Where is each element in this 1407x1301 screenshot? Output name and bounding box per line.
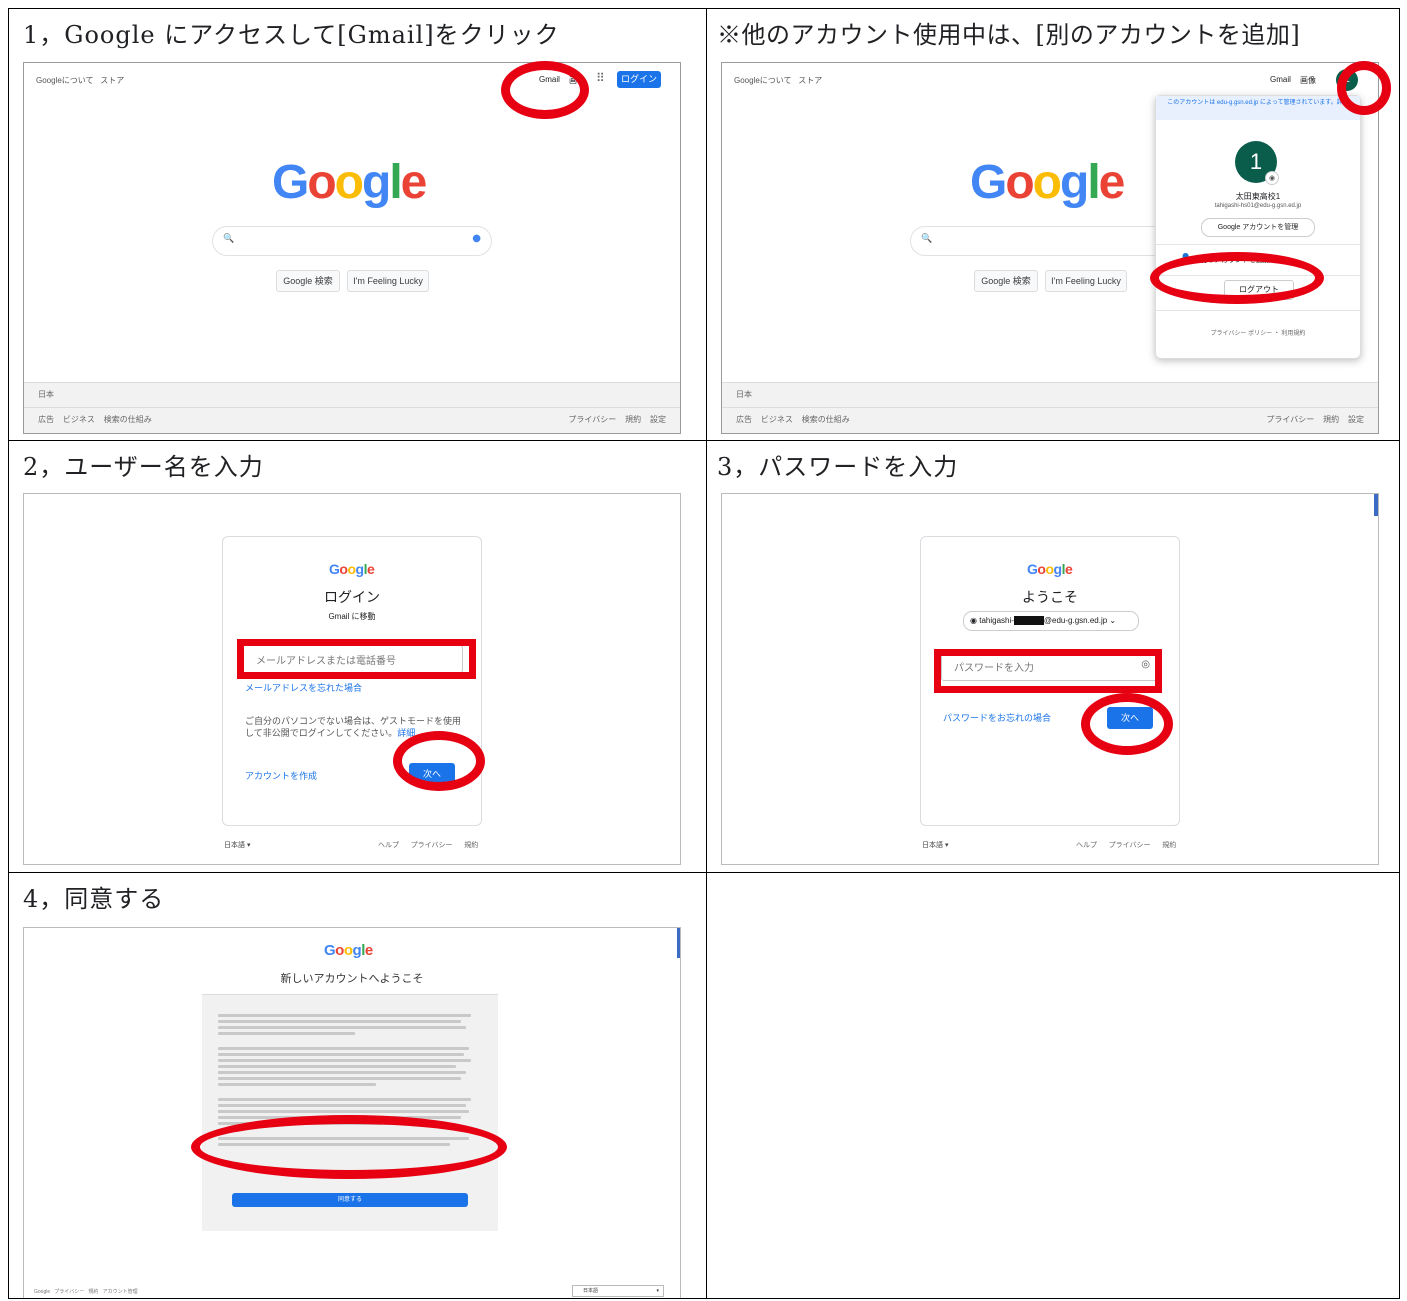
cell-empty: [707, 873, 1400, 1299]
page-footer: 日本 広告 ビジネス 検索の仕組み プライバシー 規約 設定: [722, 382, 1378, 433]
manage-account-button[interactable]: Google アカウントを管理: [1201, 218, 1315, 237]
agree-button[interactable]: 同意する: [232, 1193, 468, 1207]
google-home-screenshot: Googleについて ストア Gmail 画 ⠿ ログイン Google 🔍 ●…: [23, 62, 681, 434]
settings-link[interactable]: 設定: [650, 415, 666, 424]
country-label: 日本: [38, 390, 54, 399]
privacy-link[interactable]: プライバシー: [1109, 842, 1151, 849]
cell-step2: 2，ユーザー名を入力 Google ログイン Gmail に移動 メールアドレス…: [9, 441, 707, 873]
google-logo: Google: [324, 942, 373, 959]
account-manage-link[interactable]: アカウント管理: [103, 1289, 138, 1295]
highlight-avatar: [1337, 61, 1391, 115]
account-circle-icon: ◉: [970, 616, 977, 625]
managed-notice: このアカウントは edu-g.gsn.ed.jp によって管理されています。詳細: [1156, 96, 1360, 120]
login-button[interactable]: ログイン: [617, 71, 661, 88]
google-logo: Google: [329, 561, 375, 577]
forgot-email-link[interactable]: メールアドレスを忘れた場合: [245, 681, 362, 694]
google-footer-link[interactable]: Google: [34, 1289, 50, 1295]
privacy-link[interactable]: プライバシー: [411, 842, 453, 849]
lucky-button[interactable]: I'm Feeling Lucky: [347, 270, 429, 292]
account-popup: このアカウントは edu-g.gsn.ed.jp によって管理されています。詳細…: [1155, 95, 1361, 359]
welcome-title: 新しいアカウントへようこそ: [280, 973, 424, 985]
step1-caption: 1，Google にアクセスして[Gmail]をクリック: [23, 21, 560, 49]
help-link[interactable]: ヘルプ: [1076, 842, 1097, 849]
google-logo: Google: [1027, 561, 1073, 577]
store-link[interactable]: ストア: [798, 76, 822, 85]
step4-caption: 4，同意する: [23, 885, 165, 913]
welcome-title: ようこそ: [1022, 589, 1078, 605]
country-label: 日本: [736, 390, 752, 399]
search-input[interactable]: 🔍 ●: [212, 226, 492, 256]
terms-link[interactable]: 規約: [88, 1289, 98, 1295]
highlight-agree: [191, 1115, 507, 1179]
privacy-link[interactable]: プライバシー: [1266, 415, 1314, 424]
google-home-account-screenshot: Googleについて ストア Gmail 画像 1 Google 🔍 Googl…: [721, 62, 1379, 434]
how-search-link[interactable]: 検索の仕組み: [802, 415, 850, 424]
privacy-link[interactable]: プライバシー: [568, 415, 616, 424]
account-chip[interactable]: ◉ tahigashi- @edu-g.gsn.ed.jp ⌄: [963, 611, 1139, 631]
language-select[interactable]: 日本語 ▾: [224, 840, 250, 850]
account-name: 太田東高校1: [1235, 192, 1281, 201]
cell-step3: 3，パスワードを入力 Google ようこそ ◉ tahigashi- @edu-…: [707, 441, 1400, 873]
highlight-add-account: [1150, 252, 1324, 304]
cell-step4: 4，同意する Google 新しいアカウントへようこそ 同意する Google: [9, 873, 707, 1299]
search-input[interactable]: 🔍: [910, 226, 1190, 256]
redaction-bar: [1013, 616, 1044, 626]
login-subtitle: Gmail に移動: [328, 612, 376, 621]
other-account-caption: ※他のアカウント使用中は、[別のアカウントを追加]: [717, 21, 1301, 49]
terms-link[interactable]: 規約: [1323, 415, 1339, 424]
welcome-screenshot: Google 新しいアカウントへようこそ 同意する Google プライバシー …: [23, 927, 681, 1298]
about-link[interactable]: Googleについて: [36, 76, 94, 85]
google-search-button[interactable]: Google 検索: [974, 270, 1038, 292]
page-footer: 日本 広告 ビジネス 検索の仕組み プライバシー 規約 設定: [24, 382, 680, 433]
highlight-gmail: [501, 61, 589, 119]
account-email: tahigashi-hs01@edu-g.gsn.ed.jp: [1214, 203, 1302, 209]
terms-box: 同意する: [202, 994, 498, 1231]
privacy-link[interactable]: プライバシー: [54, 1289, 84, 1295]
ads-link[interactable]: 広告: [736, 415, 752, 424]
images-link[interactable]: 画像: [1300, 75, 1316, 86]
settings-link[interactable]: 設定: [1348, 415, 1364, 424]
camera-icon[interactable]: ◉: [1265, 171, 1279, 185]
business-link[interactable]: ビジネス: [63, 415, 95, 424]
how-search-link[interactable]: 検索の仕組み: [104, 415, 152, 424]
highlight-next: [1081, 693, 1173, 755]
chevron-down-icon: ⌄: [1107, 616, 1117, 625]
about-link[interactable]: Googleについて: [734, 76, 792, 85]
highlight-next: [393, 731, 485, 791]
step3-caption: 3，パスワードを入力: [717, 453, 959, 481]
instruction-table: 1，Google にアクセスして[Gmail]をクリック Googleについて …: [8, 8, 1400, 1299]
highlight-password: [934, 649, 1162, 693]
terms-link[interactable]: 規約: [625, 415, 641, 424]
cell-other-account: ※他のアカウント使用中は、[別のアカウントを追加] Googleについて ストア…: [707, 9, 1400, 441]
lucky-button[interactable]: I'm Feeling Lucky: [1045, 270, 1127, 292]
mic-icon[interactable]: ●: [472, 233, 481, 244]
terms-link[interactable]: 規約: [1162, 842, 1176, 849]
business-link[interactable]: ビジネス: [761, 415, 793, 424]
create-account-link[interactable]: アカウントを作成: [245, 769, 317, 782]
step2-caption: 2，ユーザー名を入力: [23, 453, 264, 481]
language-select[interactable]: 日本語 ▾: [572, 1285, 664, 1297]
language-select[interactable]: 日本語 ▾: [922, 840, 948, 850]
search-icon: 🔍: [921, 234, 933, 244]
apps-grid-icon[interactable]: ⠿: [596, 71, 605, 85]
gmail-link[interactable]: Gmail: [1270, 75, 1291, 84]
search-icon: 🔍: [223, 234, 235, 244]
google-logo: Google: [272, 156, 427, 209]
cell-step1: 1，Google にアクセスして[Gmail]をクリック Googleについて …: [9, 9, 707, 441]
login-title: ログイン: [324, 589, 380, 605]
highlight-email: [237, 639, 476, 679]
login-screenshot: Google ログイン Gmail に移動 メールアドレスまたは電話番号 メール…: [23, 493, 681, 865]
forgot-password-link[interactable]: パスワードをお忘れの場合: [943, 711, 1051, 724]
google-search-button[interactable]: Google 検索: [276, 270, 340, 292]
chevron-down-icon: ▾: [656, 1288, 659, 1294]
google-logo: Google: [970, 156, 1125, 209]
terms-link[interactable]: 規約: [464, 842, 478, 849]
ads-link[interactable]: 広告: [38, 415, 54, 424]
help-link[interactable]: ヘルプ: [378, 842, 399, 849]
store-link[interactable]: ストア: [100, 76, 124, 85]
policy-links[interactable]: プライバシー ポリシー ・ 利用規約: [1156, 328, 1360, 337]
